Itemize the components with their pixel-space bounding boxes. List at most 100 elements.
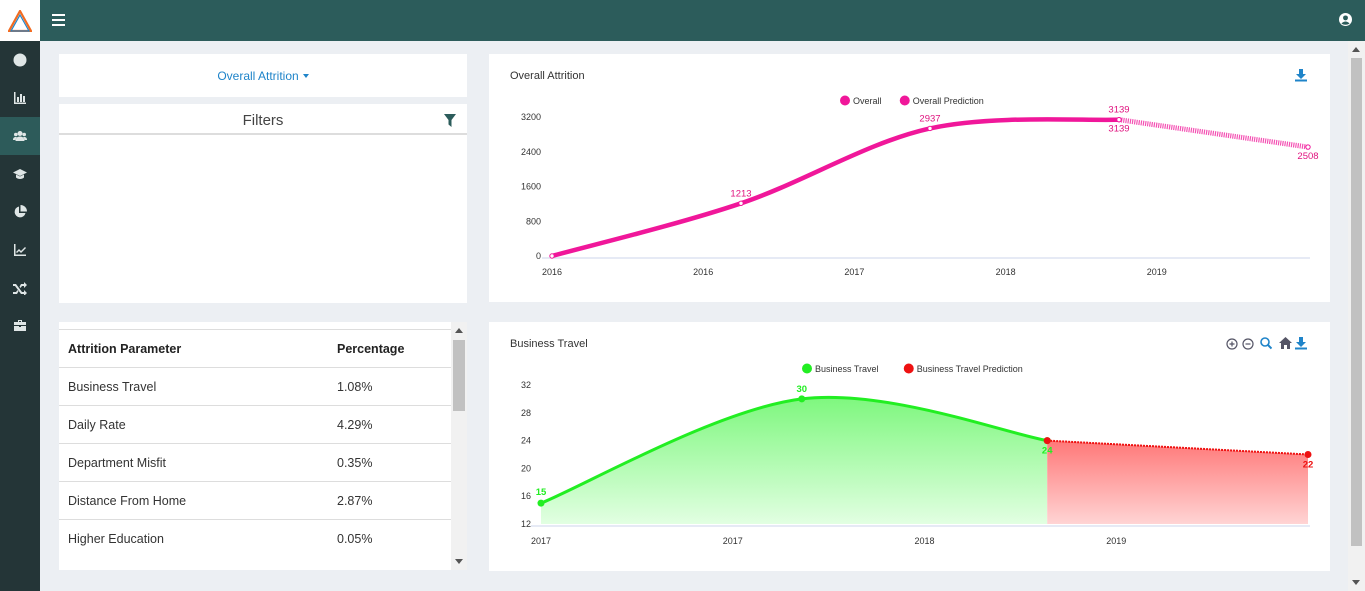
y-tick-label: 2400 (521, 147, 541, 157)
y-tick-label: 16 (521, 491, 531, 501)
column-header-percentage: Percentage (329, 329, 451, 368)
table-row[interactable]: Higher Education 0.05% (59, 519, 451, 558)
data-label: 3139 (1108, 105, 1129, 116)
percentage-cell: 4.29% (329, 405, 451, 444)
parameter-cell: Department Misfit (59, 443, 329, 482)
filters-panel: Filters (59, 104, 467, 303)
sidebar-item-shuffle[interactable] (0, 269, 40, 307)
legend-marker (899, 95, 910, 106)
x-tick-label: 2017 (844, 267, 864, 277)
business-travel-plot: 12 16 20 24 28 32 2017 2017 2018 2019 Business Tra… (521, 363, 1314, 546)
attrition-dropdown[interactable]: Overall Attrition (217, 69, 309, 83)
x-tick-label: 2017 (723, 536, 743, 546)
legend-marker (903, 363, 914, 374)
briefcase-icon (14, 320, 26, 331)
sidebar-nav (0, 41, 40, 345)
data-point (738, 200, 744, 207)
page-scrollbar[interactable] (1348, 41, 1365, 591)
x-tick-label: 2018 (914, 536, 934, 546)
x-tick-label: 2016 (542, 267, 562, 277)
sidebar-item-globe[interactable] (0, 41, 40, 79)
series-line (1118, 117, 1309, 150)
dropdown-label: Overall Attrition (217, 69, 299, 83)
data-label: 3139 (1108, 124, 1129, 135)
graduation-cap-icon (13, 169, 27, 179)
x-tick-label: 2017 (531, 536, 551, 546)
app-logo[interactable] (0, 0, 40, 41)
percentage-cell: 2.87% (329, 481, 451, 520)
sidebar-item-users[interactable] (0, 117, 40, 155)
percentage-cell: 0.35% (329, 443, 451, 482)
data-point (1043, 437, 1051, 445)
page-scroll-up-icon[interactable] (1352, 47, 1360, 52)
filter-icon[interactable] (444, 114, 456, 127)
x-tick-label: 2019 (1106, 536, 1126, 546)
data-point (798, 395, 806, 403)
table-body: Business Travel 1.08% Daily Rate 4.29% Depar… (59, 367, 451, 558)
sidebar (0, 0, 40, 591)
legend-marker (840, 95, 850, 106)
data-label: 24 (1042, 446, 1053, 457)
percentage-cell: 0.05% (329, 519, 451, 558)
bar-chart-icon (14, 92, 26, 104)
table-header-row: Attrition Parameter Percentage (59, 329, 451, 368)
legend-label: Business Travel Prediction (917, 364, 1023, 374)
top-bar (40, 0, 1365, 41)
series-area (1047, 440, 1308, 524)
table-row[interactable]: Daily Rate 4.29% (59, 405, 451, 444)
sidebar-item-pie-chart[interactable] (0, 193, 40, 231)
data-label: 15 (536, 487, 547, 498)
legend-label: Business Travel (815, 364, 879, 374)
logo-icon (8, 9, 32, 32)
filters-title: Filters (242, 112, 284, 129)
users-icon (13, 131, 27, 141)
parameter-cell: Distance From Home (59, 481, 329, 520)
x-tick-label: 2019 (1147, 267, 1167, 277)
data-label: 1213 (730, 188, 751, 199)
data-point (1304, 451, 1312, 458)
legend-label: Overall (853, 96, 882, 106)
table-scrollbar[interactable] (451, 322, 467, 570)
data-point (549, 253, 555, 259)
sidebar-item-line-chart[interactable] (0, 231, 40, 269)
data-point (927, 125, 933, 132)
y-tick-label: 0 (536, 251, 541, 261)
caret-down-icon (302, 74, 309, 78)
sidebar-item-briefcase[interactable] (0, 307, 40, 345)
y-tick-label: 800 (526, 216, 541, 226)
page-scroll-thumb[interactable] (1351, 58, 1362, 546)
data-point (1305, 144, 1311, 150)
table-row[interactable]: Business Travel 1.08% (59, 367, 451, 406)
sidebar-item-bar-chart[interactable] (0, 79, 40, 117)
menu-toggle-icon[interactable] (52, 14, 65, 26)
parameter-cell: Higher Education (59, 519, 329, 558)
data-point (537, 499, 545, 507)
overall-attrition-plot: 0 800 1600 2400 3200 2016 2016 2017 2018 2019 Over… (521, 95, 1319, 277)
scroll-up-arrow-icon[interactable] (455, 328, 463, 333)
parameter-cell: Business Travel (59, 367, 329, 406)
filters-header: Filters (59, 104, 467, 135)
legend-marker (802, 363, 812, 374)
y-tick-label: 20 (521, 463, 531, 473)
series-area (541, 397, 1048, 524)
data-label: 2937 (919, 113, 940, 124)
business-travel-chart-card: Business Travel 12 16 20 24 28 32 2017 2017 2018… (489, 322, 1330, 571)
globe-icon (13, 53, 27, 67)
table-scroll-thumb[interactable] (453, 340, 465, 411)
table-row[interactable]: Distance From Home 2.87% (59, 481, 451, 520)
parameter-cell: Daily Rate (59, 405, 329, 444)
page-scroll-down-icon[interactable] (1352, 580, 1360, 585)
legend-label: Overall Prediction (913, 96, 984, 106)
pie-chart-icon (14, 205, 27, 218)
line-chart-icon (14, 244, 26, 256)
data-label: 22 (1303, 460, 1314, 471)
series-line (551, 117, 1120, 259)
table-row[interactable]: Department Misfit 0.35% (59, 443, 451, 482)
sidebar-item-graduation-cap[interactable] (0, 155, 40, 193)
scroll-down-arrow-icon[interactable] (455, 559, 463, 564)
user-account-icon[interactable] (1339, 13, 1352, 26)
y-tick-label: 12 (521, 519, 531, 529)
x-tick-label: 2016 (693, 267, 713, 277)
y-tick-label: 1600 (521, 182, 541, 192)
attrition-parameter-table-card: Attrition Parameter Percentage Business … (59, 322, 467, 570)
